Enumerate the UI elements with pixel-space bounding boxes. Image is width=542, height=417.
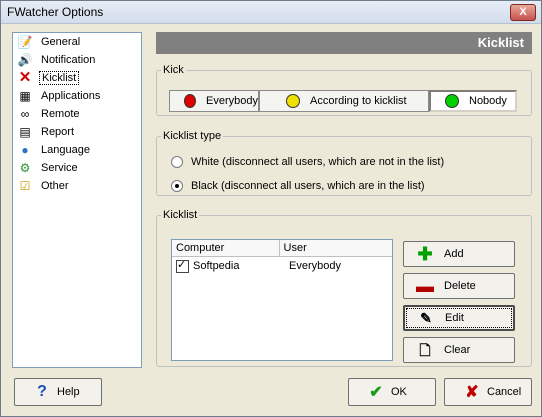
white-radio-label: White (disconnect all users, which are n… [191,156,445,168]
yellow-dot-icon [286,94,300,108]
black-radio-option[interactable]: Black (disconnect all users, which are i… [171,180,425,192]
everybody-button[interactable]: Everybody [169,90,259,112]
edit-button[interactable]: ✎ Edit [403,305,515,331]
cancel-icon: ✘ [465,384,479,401]
client-area: 📝 General 🔊 Notification ✕ Kicklist ▦ Ap… [2,24,540,416]
delete-label: Delete [444,280,476,292]
kicklist-legend: Kicklist [163,209,198,221]
x-icon: ✕ [18,69,32,86]
add-button[interactable]: ✚ Add [403,241,515,267]
table-row[interactable]: Softpedia Everybody [172,257,392,275]
nav-item-label: Report [41,126,75,138]
kicklist-group: Kicklist Computer User Softpedia Everybo… [156,209,532,367]
title-bar: FWatcher Options X [1,1,541,24]
nav-item-report[interactable]: ▤ Report [13,123,141,141]
nobody-label: Nobody [469,95,507,107]
row-user: Everybody [289,260,341,272]
nav-item-remote[interactable]: ∞ Remote [13,105,141,123]
options-nav-list: 📝 General 🔊 Notification ✕ Kicklist ▦ Ap… [12,32,142,368]
cancel-label: Cancel [487,386,522,398]
according-to-kicklist-button[interactable]: According to kicklist [259,90,429,112]
nav-item-label: Applications [41,90,101,102]
plus-icon: ✚ [417,244,433,264]
kicklist-type-legend: Kicklist type [163,130,222,142]
clear-button[interactable]: 🗋 Clear [403,337,515,363]
kicklist-table[interactable]: Computer User Softpedia Everybody [171,239,393,361]
page-icon: 🗋 [419,342,431,358]
close-button[interactable]: X [510,4,536,21]
green-dot-icon [445,94,459,108]
black-radio[interactable] [171,180,183,192]
nav-item-label: General [41,36,81,48]
everybody-label: Everybody [206,95,258,107]
row-computer: Softpedia [193,260,240,272]
options-window: FWatcher Options X 📝 General 🔊 Notificat… [0,0,542,417]
edit-icon: ✎ [420,310,432,326]
white-radio-option[interactable]: White (disconnect all users, which are n… [171,156,444,168]
nav-item-general[interactable]: 📝 General [13,33,141,51]
service-icon: ⚙ [19,161,31,175]
nav-item-label: Service [41,162,78,174]
help-button[interactable]: ? Help [14,378,102,406]
row-checkbox[interactable] [176,258,189,273]
nav-item-applications[interactable]: ▦ Applications [13,87,141,105]
kick-legend: Kick [163,64,184,76]
clear-label: Clear [444,344,471,356]
nav-item-label: Remote [41,108,80,120]
nav-item-kicklist[interactable]: ✕ Kicklist [13,69,141,87]
column-header-computer[interactable]: Computer [172,240,280,256]
speaker-icon: 🔊 [17,53,33,67]
help-label: Help [57,386,80,398]
red-dot-icon [184,94,197,108]
page-banner: Kicklist [156,32,532,54]
edit-label: Edit [445,312,464,324]
page-title: Kicklist [477,35,524,50]
ok-button[interactable]: ✔ OK [348,378,436,406]
nav-item-label: Notification [41,54,96,66]
minus-icon: ▬ [416,276,434,296]
checkmark-icon: ✔ [369,384,383,401]
white-radio[interactable] [171,156,183,168]
nav-item-notification[interactable]: 🔊 Notification [13,51,141,69]
cancel-button[interactable]: ✘ Cancel [444,378,532,406]
kick-group: Kick Everybody According to kicklist Nob… [156,64,532,116]
column-header-user[interactable]: User [280,240,392,256]
nav-item-service[interactable]: ⚙ Service [13,159,141,177]
help-icon: ? [37,383,47,400]
nav-item-label: Other [41,180,69,192]
nav-item-other[interactable]: ☑ Other [13,177,141,195]
table-header: Computer User [172,240,392,257]
delete-button[interactable]: ▬ Delete [403,273,515,299]
ok-label: OK [391,386,407,398]
globe-icon: ● [21,143,29,157]
black-radio-label: Black (disconnect all users, which are i… [191,180,425,192]
applications-icon: ▦ [19,89,31,103]
general-icon: 📝 [17,35,33,49]
according-label: According to kicklist [310,95,407,107]
nobody-button[interactable]: Nobody [429,90,517,112]
nav-item-label: Language [41,144,90,156]
report-icon: ▤ [19,125,31,139]
checkbox-icon: ☑ [19,179,31,193]
kicklist-type-group: Kicklist type White (disconnect all user… [156,130,532,196]
binoculars-icon: ∞ [20,107,30,121]
add-label: Add [444,248,464,260]
nav-item-language[interactable]: ● Language [13,141,141,159]
window-title: FWatcher Options [7,5,104,19]
nav-item-label: Kicklist [39,71,80,85]
